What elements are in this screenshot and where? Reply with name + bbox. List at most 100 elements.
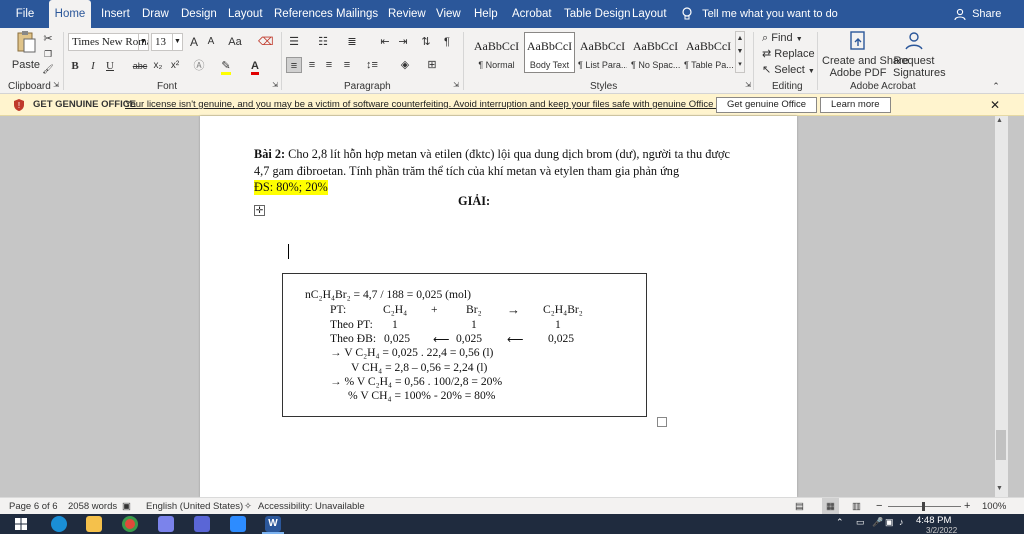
scrollbar-thumb[interactable] [996, 430, 1006, 460]
cut-icon[interactable]: ✂ [42, 31, 54, 47]
bold-button[interactable]: B [69, 58, 81, 74]
learn-more-button[interactable]: Learn more [820, 97, 891, 113]
decrease-indent-icon[interactable]: ⇤ [378, 34, 392, 50]
change-case-button[interactable]: Aa [225, 34, 245, 50]
bullets-icon[interactable]: ☰ [287, 34, 301, 50]
borders-icon[interactable]: ⊞ [424, 57, 440, 73]
word-app-icon[interactable]: W [265, 516, 281, 532]
find-button[interactable]: ⌕ Find ▼ [762, 30, 803, 46]
show-marks-icon[interactable]: ¶ [440, 34, 454, 50]
taskbar-date[interactable]: 3/2/2022 [926, 526, 957, 534]
tab-design[interactable]: Design [181, 0, 217, 28]
tell-me-search[interactable]: Tell me what you want to do [681, 0, 838, 28]
create-share-pdf-button[interactable]: Create and Share Adobe PDF [822, 30, 909, 80]
zoom-slider-thumb[interactable] [922, 502, 925, 511]
increase-indent-icon[interactable]: ⇥ [396, 34, 410, 50]
share-button[interactable]: Share [954, 0, 1001, 28]
strikethrough-button[interactable]: abc [132, 58, 148, 74]
align-right-icon[interactable]: ≡ [322, 57, 336, 73]
collapse-ribbon-icon[interactable]: ⌃ [990, 80, 1002, 92]
style-no-spacing[interactable]: AaBbCcI ¶ No Spac... [630, 32, 681, 73]
meet-icon[interactable]: ▭ [856, 517, 865, 528]
edge-icon[interactable] [51, 516, 67, 532]
paste-button[interactable]: Paste [10, 30, 42, 71]
styles-gallery-scroll[interactable]: ▲ ▼ ▾ [735, 31, 745, 73]
windows-start-icon[interactable] [15, 518, 27, 530]
sort-icon[interactable]: ⇅ [419, 34, 433, 50]
scroll-up-icon[interactable]: ▲ [996, 117, 1003, 124]
chrome-icon[interactable] [122, 516, 138, 532]
style-normal[interactable]: AaBbCcI ¶ Normal [471, 32, 522, 73]
tray-chevron-icon[interactable]: ⌃ [836, 517, 844, 528]
justify-icon[interactable]: ≡ [340, 57, 354, 73]
style-body-text[interactable]: AaBbCcI Body Text [524, 32, 575, 73]
page-count[interactable]: Page 6 of 6 [9, 498, 58, 515]
tab-home[interactable]: Home [49, 0, 91, 28]
tab-table-layout[interactable]: Layout [632, 0, 667, 28]
italic-button[interactable]: I [87, 58, 99, 74]
tab-review[interactable]: Review [388, 0, 426, 28]
clear-formatting-icon[interactable]: ⌫ [258, 34, 274, 50]
select-button[interactable]: ↖ Select ▼ [762, 62, 815, 78]
solution-table[interactable]: nC₂H₄Br₂ = 4,7 / 188 = 0,025 (mol) PT: C… [282, 273, 647, 417]
zoom-in-button[interactable]: + [964, 498, 970, 515]
replace-button[interactable]: ⇄ Replace [762, 46, 815, 62]
font-size-combo[interactable]: 13 ▼ [151, 33, 183, 51]
tab-file[interactable]: File [12, 0, 38, 28]
numbering-icon[interactable]: ☷ [316, 34, 330, 50]
accessibility-status[interactable]: Accessibility: Unavailable [258, 498, 365, 515]
close-icon[interactable]: ✕ [990, 97, 1000, 113]
tab-view[interactable]: View [436, 0, 461, 28]
read-mode-icon[interactable]: ▤ [795, 498, 804, 515]
style-table-paragraph[interactable]: AaBbCcI ¶ Table Pa... [683, 32, 734, 73]
style-list-paragraph[interactable]: AaBbCcI ¶ List Para... [577, 32, 628, 73]
taskbar-time[interactable]: 4:48 PM [916, 515, 951, 526]
copy-icon[interactable]: ❐ [42, 46, 54, 62]
teams-chat-icon[interactable] [194, 516, 210, 532]
proofing-icon[interactable]: ▣ [122, 498, 131, 515]
highlight-color-icon[interactable]: ✎ [218, 58, 234, 75]
underline-button[interactable]: U [104, 58, 116, 74]
print-layout-icon[interactable]: ▦ [822, 498, 839, 515]
tab-layout[interactable]: Layout [228, 0, 263, 28]
tab-references[interactable]: References [274, 0, 333, 28]
get-genuine-office-button[interactable]: Get genuine Office [716, 97, 818, 113]
scroll-down-icon[interactable]: ▼ [996, 485, 1003, 492]
request-signatures-button[interactable]: Request Signatures [893, 30, 946, 80]
teams-icon[interactable] [158, 516, 174, 532]
line-spacing-icon[interactable]: ↕≡ [363, 57, 381, 73]
tab-table-design[interactable]: Table Design [564, 0, 630, 28]
align-center-icon[interactable]: ≡ [305, 57, 319, 73]
microphone-icon[interactable]: 🎤 [872, 517, 883, 528]
web-layout-icon[interactable]: ▥ [852, 498, 861, 515]
clipboard-launcher-icon[interactable]: ⇲ [52, 81, 60, 91]
subscript-button[interactable]: x₂ [152, 58, 164, 74]
tab-insert[interactable]: Insert [101, 0, 130, 28]
zoom-level[interactable]: 100% [982, 498, 1006, 515]
grow-font-button[interactable]: A [188, 34, 200, 50]
tab-draw[interactable]: Draw [142, 0, 169, 28]
message-link[interactable]: Your license isn't genuine, and you may … [125, 94, 741, 116]
zoom-out-button[interactable]: − [876, 498, 882, 515]
volume-icon[interactable]: ♪ [899, 517, 904, 527]
tab-help[interactable]: Help [474, 0, 498, 28]
styles-launcher-icon[interactable]: ⇲ [744, 81, 752, 91]
zoom-app-icon[interactable] [230, 516, 246, 532]
font-name-combo[interactable]: Times New Roma ▼ [68, 33, 149, 51]
font-launcher-icon[interactable]: ⇲ [271, 81, 279, 91]
document-page[interactable]: Bài 2: Cho 2,8 lít hỗn hợp metan và etil… [200, 116, 797, 497]
shading-icon[interactable]: ◈ [397, 57, 413, 73]
language[interactable]: English (United States) [146, 498, 243, 515]
tab-mailings[interactable]: Mailings [336, 0, 378, 28]
font-color-icon[interactable]: A [248, 58, 262, 75]
text-effects-icon[interactable]: Ⓐ [192, 58, 206, 74]
superscript-button[interactable]: x² [169, 58, 181, 74]
file-explorer-icon[interactable] [86, 516, 102, 532]
paragraph-launcher-icon[interactable]: ⇲ [452, 81, 460, 91]
format-painter-icon[interactable]: 🖌 [42, 61, 54, 77]
table-move-handle-icon[interactable]: ✛ [254, 205, 265, 216]
multilevel-list-icon[interactable]: ≣ [345, 34, 359, 50]
network-icon[interactable]: ▣ [885, 517, 894, 528]
tab-acrobat[interactable]: Acrobat [512, 0, 552, 28]
align-left-icon[interactable]: ≡ [286, 57, 302, 73]
